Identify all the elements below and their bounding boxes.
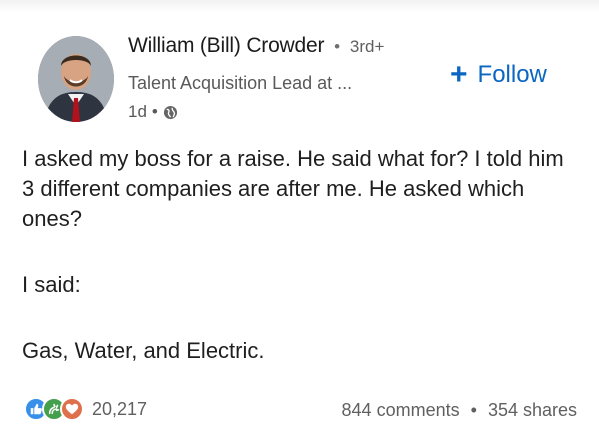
post-paragraph: Gas, Water, and Electric. [22,338,265,363]
engagement-stats: 844 comments • 354 shares [342,400,577,421]
top-divider [0,0,599,12]
stats-separator: • [470,400,477,420]
comments-link[interactable]: 844 comments [342,400,460,420]
author-headline: Talent Acquisition Lead at ... [128,73,353,93]
shares-link[interactable]: 354 shares [488,400,577,420]
love-icon [60,397,84,421]
follow-label: Follow [477,61,547,88]
reactions-summary[interactable]: 20,217 [24,397,147,421]
post-paragraph: I said: [22,272,81,297]
follow-button[interactable]: + Follow [450,60,547,90]
post-paragraph: I asked my boss for a raise. He said wha… [22,146,564,231]
globe-icon [163,105,178,120]
post-meta: 1d • [128,102,178,122]
author-name-line: William (Bill) Crowder • 3rd+ [128,34,384,58]
post-time: 1d [128,102,147,121]
avatar[interactable] [38,36,114,122]
connection-degree: 3rd+ [349,37,385,56]
reaction-count: 20,217 [92,398,148,419]
name-separator: • [334,37,341,56]
author-name[interactable]: William (Bill) Crowder [128,34,324,57]
meta-separator: • [151,102,158,121]
plus-icon: + [450,58,468,91]
post-body: I asked my boss for a raise. He said wha… [22,144,582,366]
